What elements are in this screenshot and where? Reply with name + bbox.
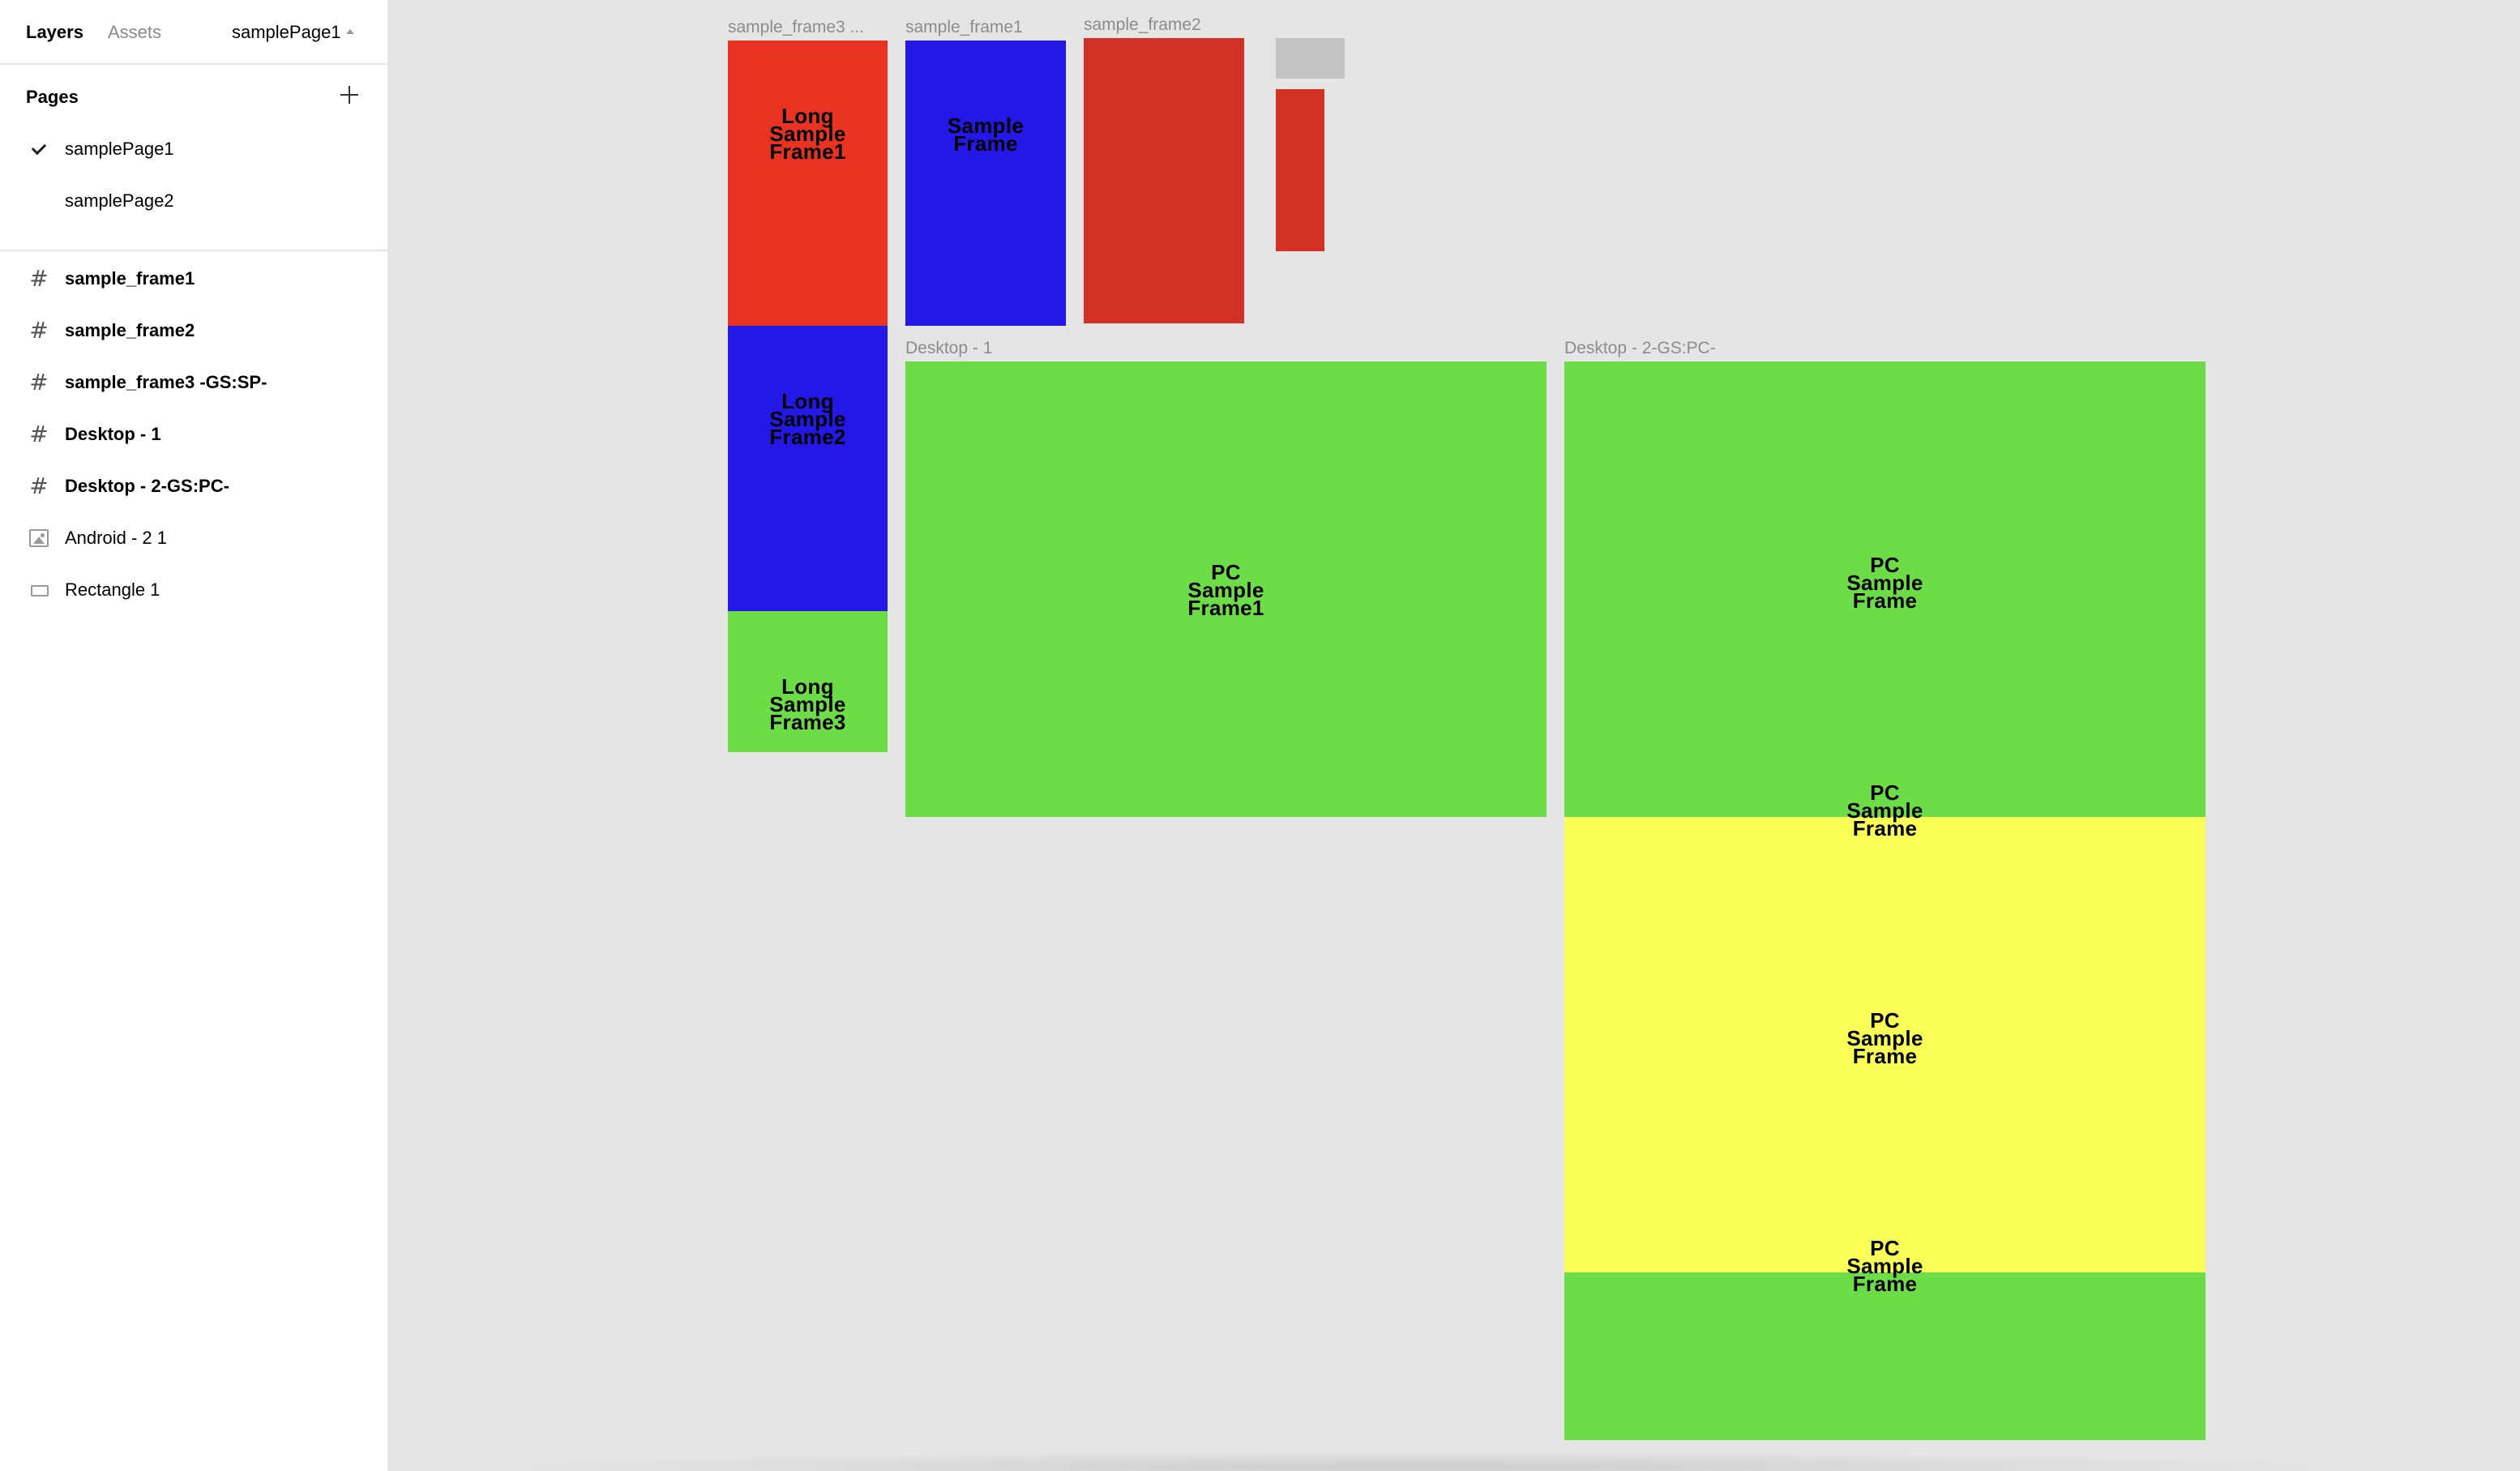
frame-label-sample-frame1[interactable]: sample_frame1 (905, 17, 1023, 38)
sample-frame1[interactable]: Sample Frame (905, 41, 1066, 326)
panel-header: Layers Assets samplePage1 (0, 0, 389, 65)
rectangle-icon (31, 585, 49, 597)
layer-item-label: Rectangle 1 (65, 579, 160, 600)
frame-icon: # (29, 421, 49, 447)
page-item-label: samplePage2 (65, 190, 174, 211)
frame-label-sample-frame2[interactable]: sample_frame2 (1084, 15, 1201, 36)
layer-item-desktop-2[interactable]: # Desktop - 2-GS:PC- (0, 460, 389, 512)
frame-label-sample-frame3[interactable]: sample_frame3 ... (728, 17, 864, 38)
frame-text: PC Sample Frame1 (1187, 560, 1264, 620)
frame-text: PC Sample Frame (1846, 553, 1923, 613)
android-2-1-image[interactable] (1276, 38, 1345, 79)
image-icon (29, 529, 49, 547)
desktop-2-section-bottom[interactable] (1564, 1272, 2206, 1440)
divider (0, 250, 389, 251)
frame-icon: # (29, 473, 49, 499)
layer-item-sample-frame2[interactable]: # sample_frame2 (0, 305, 389, 357)
layer-item-label: Android - 2 1 (65, 528, 167, 548)
layer-item-rectangle-1[interactable]: Rectangle 1 (0, 564, 389, 616)
frame-text: Long Sample Frame1 (769, 104, 846, 164)
layer-item-android-2-1[interactable]: Android - 2 1 (0, 512, 389, 564)
current-page-label: samplePage1 (232, 22, 341, 42)
frame-icon: # (29, 369, 49, 396)
layers-panel: Layers Assets samplePage1 Pages samplePa… (0, 0, 389, 1471)
frame-text: Sample Frame (947, 113, 1025, 156)
frame-label-desktop-1[interactable]: Desktop - 1 (905, 338, 992, 359)
chevron-up-icon (345, 29, 354, 34)
tab-assets[interactable]: Assets (108, 19, 161, 45)
rectangle-1[interactable] (1276, 89, 1324, 251)
layer-item-label: Desktop - 1 (65, 424, 161, 444)
sample-frame3-section-blue[interactable]: Long Sample Frame2 (728, 326, 888, 611)
frame-text: Long Sample Frame2 (769, 389, 846, 449)
sample-frame3-section-red[interactable]: Long Sample Frame1 (728, 41, 888, 326)
layer-item-sample-frame1[interactable]: # sample_frame1 (0, 253, 389, 305)
frame-icon: # (29, 265, 49, 292)
layer-item-label: sample_frame2 (65, 320, 195, 340)
frame-text: PC Sample Frame (1846, 1008, 1923, 1068)
frame-icon: # (29, 317, 49, 344)
page-item-samplepage2[interactable]: samplePage2 (0, 175, 389, 227)
tab-layers[interactable]: Layers (26, 19, 83, 45)
page-item-label: samplePage1 (65, 139, 174, 159)
pages-title: Pages (26, 87, 79, 107)
layer-item-sample-frame3[interactable]: # sample_frame3 -GS:SP- (0, 357, 389, 408)
pages-header: Pages (0, 65, 389, 130)
check-icon (31, 141, 45, 156)
layer-item-label: sample_frame3 -GS:SP- (65, 372, 267, 392)
frame-text: PC Sample Frame (1846, 780, 1923, 840)
add-page-button[interactable] (339, 84, 360, 105)
sample-frame2[interactable] (1084, 38, 1244, 323)
frame-text: Long Sample Frame3 (769, 674, 846, 734)
page-switcher[interactable]: samplePage1 (232, 19, 354, 45)
page-item-samplepage1[interactable]: samplePage1 (0, 123, 389, 175)
frame-text: PC Sample Frame (1846, 1236, 1923, 1296)
layer-item-label: sample_frame1 (65, 268, 195, 289)
frame-label-desktop-2[interactable]: Desktop - 2-GS:PC- (1564, 338, 1716, 359)
canvas-bottom-shadow (486, 1451, 2351, 1471)
desktop-1-frame[interactable]: PC Sample Frame1 (905, 361, 1547, 817)
layer-item-label: Desktop - 2-GS:PC- (65, 476, 229, 496)
sample-frame3-section-green[interactable]: Long Sample Frame3 (728, 611, 888, 752)
layer-item-desktop-1[interactable]: # Desktop - 1 (0, 408, 389, 460)
